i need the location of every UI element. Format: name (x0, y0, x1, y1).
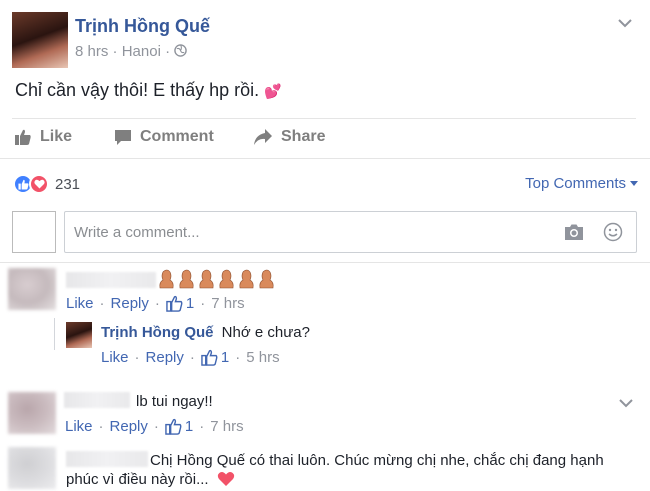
comment-text: Chị Hồng Quế có thai luôn. Chúc mừng chị… (150, 452, 604, 469)
sparkling-heart-emoji: 💕 (264, 83, 282, 99)
comment-text: lb tui ngay!! (136, 393, 213, 410)
comment-reply-link[interactable]: Reply (111, 295, 149, 312)
post-text: Chỉ cần vậy thôi! E thấy hp rồi. 💕 (15, 80, 282, 100)
comment-actions: Like · Reply · 1 · 7 hrs (65, 418, 244, 435)
comment-text-continued: phúc vì điều này rồi... (66, 471, 235, 488)
divider (0, 262, 650, 263)
commenter-name[interactable] (64, 392, 130, 408)
thumbs-up-outline-icon (201, 349, 218, 366)
comment-icon (115, 129, 131, 145)
thumbs-up-outline-icon (165, 418, 182, 435)
heart-icon (217, 472, 234, 486)
comment-button[interactable]: Comment (114, 128, 214, 146)
comment-like-count[interactable]: 1 (186, 295, 194, 312)
camera-icon[interactable] (564, 223, 584, 241)
post-location[interactable]: Hanoi (122, 43, 161, 60)
post-time[interactable]: 8 hrs (75, 43, 108, 60)
caret-down-icon (630, 181, 638, 186)
current-user-avatar (12, 211, 56, 253)
chevron-down-icon[interactable] (617, 394, 635, 412)
divider (12, 118, 636, 119)
reply-thread-line (54, 318, 55, 350)
reply-author-name[interactable]: Trịnh Hồng Quế (101, 324, 214, 341)
thumbs-up-icon (15, 129, 31, 145)
thumbs-up-outline-icon (166, 295, 183, 312)
love-reaction-icon (29, 174, 49, 194)
reply-body: Trịnh Hồng Quế Nhớ e chưa? (101, 324, 310, 341)
share-arrow-icon (254, 129, 272, 145)
reply-time[interactable]: 5 hrs (246, 349, 279, 366)
reply-text: Nhớ e chưa? (221, 324, 310, 341)
commenter-avatar[interactable] (8, 447, 56, 489)
reply-like-count[interactable]: 1 (221, 349, 229, 366)
reply-like-link[interactable]: Like (101, 349, 129, 366)
like-button[interactable]: Like (14, 128, 72, 146)
poster-avatar[interactable] (12, 12, 68, 68)
comment-like-count[interactable]: 1 (185, 418, 193, 435)
smiley-face-icon[interactable] (603, 222, 623, 242)
sort-comments-dropdown[interactable]: Top Comments (525, 175, 638, 192)
comment-composer[interactable] (64, 211, 637, 253)
comment-time[interactable]: 7 hrs (210, 418, 243, 435)
reaction-summary[interactable]: 231 (13, 174, 80, 194)
commenter-avatar[interactable] (8, 268, 56, 310)
share-button[interactable]: Share (253, 128, 325, 146)
comment-like-link[interactable]: Like (65, 418, 93, 435)
divider (0, 158, 650, 159)
woman-emoji-row (159, 269, 274, 289)
comment-actions: Like · Reply · 1 · 7 hrs (66, 295, 245, 312)
poster-name[interactable]: Trịnh Hồng Quế (75, 16, 210, 37)
chevron-down-icon[interactable] (616, 14, 634, 32)
post-meta: 8 hrs · Hanoi · (75, 43, 188, 60)
reaction-count: 231 (55, 175, 81, 193)
commenter-name[interactable] (66, 451, 148, 467)
comment-reply-link[interactable]: Reply (110, 418, 148, 435)
comment-like-link[interactable]: Like (66, 295, 94, 312)
comment-input[interactable] (65, 212, 545, 252)
comment-time[interactable]: 7 hrs (211, 295, 244, 312)
commenter-avatar[interactable] (8, 392, 56, 434)
globe-icon (174, 44, 188, 57)
reply-actions: Like · Reply · 1 · 5 hrs (101, 349, 280, 366)
comment-text (158, 268, 276, 295)
reply-author-avatar[interactable] (66, 322, 92, 348)
reply-reply-link[interactable]: Reply (146, 349, 184, 366)
commenter-name[interactable] (66, 272, 156, 288)
